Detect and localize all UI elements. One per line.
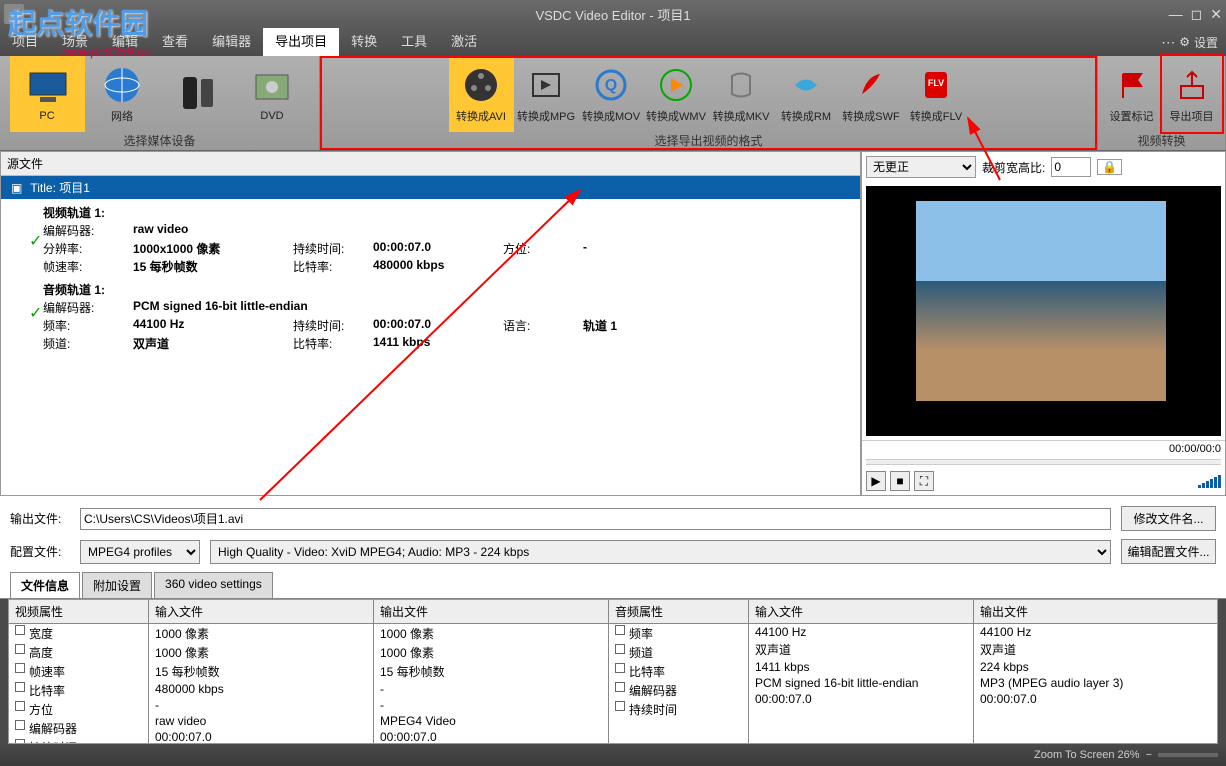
mov-icon: Q bbox=[590, 64, 632, 106]
gear-icon[interactable]: ⚙ bbox=[1179, 35, 1190, 49]
pc-icon bbox=[26, 66, 68, 108]
flag-icon bbox=[1111, 64, 1153, 106]
device-dvd[interactable]: DVD bbox=[235, 56, 310, 132]
check-icon: ✓ bbox=[29, 303, 42, 323]
source-header: 源文件 bbox=[1, 152, 860, 176]
format-mkv[interactable]: 转换成MKV bbox=[709, 56, 774, 132]
watermark-url: www.pc0359.cn bbox=[60, 44, 151, 59]
device-pc[interactable]: PC bbox=[10, 56, 85, 132]
profile-select[interactable]: MPEG4 profiles bbox=[80, 540, 200, 564]
header-input: 输入文件 bbox=[149, 600, 373, 624]
tab-360[interactable]: 360 video settings bbox=[154, 572, 273, 598]
collapse-icon[interactable]: ▣ bbox=[11, 181, 22, 195]
minimize-button[interactable]: — bbox=[1169, 6, 1183, 23]
change-filename-button[interactable]: 修改文件名... bbox=[1121, 506, 1216, 531]
window-title: VSDC Video Editor - 项目1 bbox=[535, 5, 690, 24]
dvd-icon bbox=[251, 66, 293, 108]
close-button[interactable]: ✕ bbox=[1210, 6, 1222, 23]
header-output: 输出文件 bbox=[374, 600, 608, 624]
format-mpg[interactable]: 转换成MPG bbox=[514, 56, 579, 132]
play-button[interactable]: ▶ bbox=[866, 471, 886, 491]
zoom-out-icon[interactable]: − bbox=[1146, 749, 1152, 761]
svg-text:Q: Q bbox=[605, 77, 617, 94]
device-phone[interactable] bbox=[160, 56, 235, 132]
quality-select[interactable]: High Quality - Video: XviD MPEG4; Audio:… bbox=[210, 540, 1111, 564]
property-table: 视频属性 宽度 高度 帧速率 比特率 方位 编解码器 持续时间 输入文件 100… bbox=[8, 599, 1218, 744]
output-file-input[interactable] bbox=[80, 508, 1111, 530]
zoom-slider[interactable] bbox=[1158, 753, 1218, 757]
menu-export[interactable]: 导出项目 bbox=[263, 28, 339, 56]
format-avi[interactable]: 转换成AVI bbox=[449, 56, 514, 132]
mpg-icon bbox=[525, 64, 567, 106]
fullscreen-button[interactable]: ⛶ bbox=[914, 471, 934, 491]
config-label: 配置文件: bbox=[10, 543, 70, 560]
header-input2: 输入文件 bbox=[749, 600, 973, 624]
tab-fileinfo[interactable]: 文件信息 bbox=[10, 572, 80, 598]
rm-icon bbox=[785, 64, 827, 106]
export-project[interactable]: 导出项目 bbox=[1162, 56, 1222, 132]
aspect-label: 裁剪宽高比: bbox=[982, 159, 1045, 176]
format-flv[interactable]: FLV 转换成FLV bbox=[904, 56, 969, 132]
export-icon bbox=[1171, 64, 1213, 106]
info-tabs: 文件信息 附加设置 360 video settings bbox=[0, 568, 1226, 599]
header-audio-attr: 音频属性 bbox=[609, 600, 748, 624]
format-swf[interactable]: 转换成SWF bbox=[839, 56, 904, 132]
help-icon[interactable]: ⋯ bbox=[1161, 34, 1175, 51]
output-file-label: 输出文件: bbox=[10, 510, 70, 527]
titlebar: VSDC Video Editor - 项目1 — ◻ ✕ bbox=[0, 0, 1226, 28]
menu-tools[interactable]: 工具 bbox=[389, 28, 439, 56]
lock-icon[interactable]: 🔒 bbox=[1097, 159, 1122, 175]
zoom-label: Zoom To Screen 26% bbox=[1034, 749, 1140, 761]
preview-panel: 无更正 裁剪宽高比: 🔒 00:00/00:0 ▶ ■ ⛶ bbox=[861, 151, 1226, 496]
ribbon-group-convert-label: 视频转换 bbox=[1137, 132, 1185, 150]
volume-indicator[interactable] bbox=[1198, 475, 1221, 488]
settings-label[interactable]: 设置 bbox=[1194, 34, 1218, 51]
statusbar: Zoom To Screen 26% − bbox=[0, 744, 1226, 766]
maximize-button[interactable]: ◻ bbox=[1191, 6, 1203, 23]
header-output2: 输出文件 bbox=[974, 600, 1217, 624]
tab-additional[interactable]: 附加设置 bbox=[82, 572, 152, 598]
preview-time: 00:00/00:0 bbox=[862, 440, 1225, 457]
video-preview[interactable] bbox=[866, 186, 1221, 436]
mkv-icon bbox=[720, 64, 762, 106]
device-network[interactable]: 网络 bbox=[85, 56, 160, 132]
source-title-row[interactable]: ▣ Title: 项目1 bbox=[1, 176, 860, 199]
preview-seekbar[interactable] bbox=[866, 459, 1221, 465]
menubar: 项目 场景 编辑 查看 编辑器 导出项目 转换 工具 激活 ⋯ ⚙ 设置 bbox=[0, 28, 1226, 56]
ribbon: PC 网络 DVD 选择媒体设备 转换成AVI bbox=[0, 56, 1226, 151]
ribbon-group-device-label: 选择媒体设备 bbox=[123, 132, 195, 150]
avi-icon bbox=[460, 64, 502, 106]
swf-icon bbox=[850, 64, 892, 106]
edit-config-button[interactable]: 编辑配置文件... bbox=[1121, 539, 1216, 564]
phone-icon bbox=[176, 72, 218, 114]
check-icon: ✓ bbox=[29, 231, 42, 251]
aspect-input[interactable] bbox=[1051, 157, 1091, 177]
menu-view[interactable]: 查看 bbox=[150, 28, 200, 56]
svg-text:FLV: FLV bbox=[928, 78, 944, 88]
source-panel: 源文件 ▣ Title: 项目1 ✓ ✓ 视频轨道 1: 编解码器:raw vi… bbox=[0, 151, 861, 496]
format-wmv[interactable]: 转换成WMV bbox=[644, 56, 709, 132]
menu-convert[interactable]: 转换 bbox=[339, 28, 389, 56]
stop-button[interactable]: ■ bbox=[890, 471, 910, 491]
correction-select[interactable]: 无更正 bbox=[866, 156, 976, 178]
ribbon-group-format-label: 选择导出视频的格式 bbox=[654, 132, 762, 150]
format-rm[interactable]: 转换成RM bbox=[774, 56, 839, 132]
menu-editor[interactable]: 编辑器 bbox=[200, 28, 263, 56]
menu-activate[interactable]: 激活 bbox=[439, 28, 489, 56]
flv-icon: FLV bbox=[915, 64, 957, 106]
format-mov[interactable]: Q 转换成MOV bbox=[579, 56, 644, 132]
header-video-attr: 视频属性 bbox=[9, 600, 148, 624]
watermark-text: 起点软件园 bbox=[8, 2, 148, 42]
set-marker[interactable]: 设置标记 bbox=[1102, 56, 1162, 132]
globe-icon bbox=[101, 64, 143, 106]
wmv-icon bbox=[655, 64, 697, 106]
